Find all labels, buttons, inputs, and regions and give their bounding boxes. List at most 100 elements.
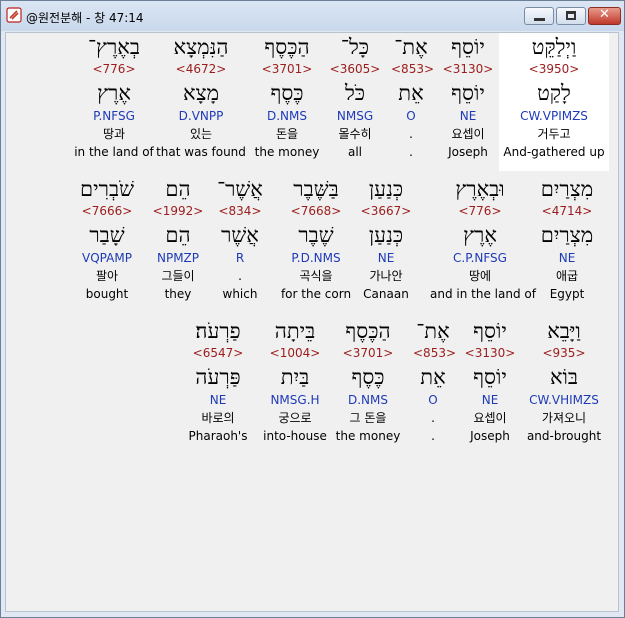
parsing-code: NE bbox=[558, 251, 576, 265]
word-cell[interactable]: מִצְרַיִם <4714> מִצְרַיִם NE 애굽 Egypt bbox=[529, 175, 605, 302]
root-word: כְּנַעַן bbox=[368, 223, 404, 247]
english-gloss: . bbox=[409, 145, 413, 159]
word-cell[interactable]: יוֹסֵף <3130> יוֹסֵף NE 요셉이 Joseph bbox=[433, 33, 503, 160]
strong-number: <776> bbox=[458, 204, 502, 218]
root-word: לָקַט bbox=[537, 81, 571, 105]
english-gloss: . bbox=[431, 429, 435, 443]
english-gloss: Joseph bbox=[470, 429, 510, 443]
english-gloss: they bbox=[164, 287, 192, 301]
root-word: שָׁבַר bbox=[89, 223, 125, 247]
strong-number: <3605> bbox=[329, 62, 381, 76]
parsing-code: P.D.NMS bbox=[291, 251, 341, 265]
strong-number: <3950> bbox=[528, 62, 580, 76]
hebrew-word: אֲשֶׁר־ bbox=[217, 177, 263, 201]
hebrew-word: אֶת־ bbox=[394, 35, 428, 59]
word-cell[interactable]: הַנִּמְצָא <4672> מָצָא D.VNPP 있는 that was fo… bbox=[151, 33, 251, 160]
root-word: בּוֹא bbox=[549, 365, 579, 389]
root-word: פַּרְעֹה bbox=[195, 365, 241, 389]
korean-gloss: 요셉이 bbox=[473, 411, 507, 425]
hebrew-word: יוֹסֵף bbox=[451, 35, 485, 59]
korean-gloss: 가져오니 bbox=[541, 411, 587, 425]
word-cell[interactable]: אֶת־ <853> אֵת O.. bbox=[391, 33, 435, 160]
parsing-code: O bbox=[406, 109, 416, 123]
root-word: אֵת bbox=[398, 81, 424, 105]
korean-gloss: . bbox=[238, 269, 242, 283]
word-cell[interactable]: וַיָּבֵא <935> בּוֹא CW.VHIMZS 가져오니 and-broug… bbox=[524, 317, 604, 444]
korean-gloss: 요셉이 bbox=[451, 127, 485, 141]
root-word: שֶׁבֶר bbox=[298, 223, 334, 247]
korean-gloss: 그들이 bbox=[161, 269, 195, 283]
hebrew-word: בֵּיתָה bbox=[274, 319, 316, 343]
parsing-code: NE bbox=[209, 393, 227, 407]
minimize-button[interactable] bbox=[524, 7, 554, 25]
word-cell[interactable]: פַרְעֹה׃ <6547> פַּרְעֹה NE 바로의 Pharaoh's bbox=[183, 317, 253, 444]
korean-gloss: 팔아 bbox=[95, 269, 119, 283]
parsing-code: NE bbox=[481, 393, 499, 407]
word-cell[interactable]: שֹׁבְרִים <7666> שָׁבַר VQPAMP 팔아 bought bbox=[72, 175, 142, 302]
maximize-icon bbox=[566, 11, 576, 20]
word-cell[interactable]: בֵּיתָה <1004> בַּיִת NMSG.H 궁으로 into-house bbox=[257, 317, 333, 444]
parsing-code: CW.VHIMZS bbox=[529, 393, 599, 407]
hebrew-word: וַיְלַקֵּט bbox=[531, 35, 577, 59]
english-gloss: Canaan bbox=[363, 287, 409, 301]
parsing-code: D.NMS bbox=[347, 393, 388, 407]
word-cell[interactable]: יוֹסֵף <3130> יוֹסֵף NE 요셉이 Joseph bbox=[460, 317, 520, 444]
word-cell[interactable]: וַיְלַקֵּט <3950> לָקַט CW.VPIMZS 거두고 And-gat… bbox=[499, 33, 609, 171]
word-cell[interactable]: כְּנַעַן <3667> כְּנַעַן NE 가나안 Canaan bbox=[356, 175, 416, 302]
english-gloss: Egypt bbox=[549, 287, 585, 301]
korean-gloss: 있는 bbox=[189, 127, 213, 141]
word-cell[interactable]: וּבְאֶרֶץ <776> אֶרֶץ C.P.NFSG 땅에 and in the … bbox=[430, 175, 536, 302]
english-gloss: bought bbox=[85, 287, 129, 301]
root-word: כֶּסֶף bbox=[270, 81, 304, 105]
korean-gloss: 몰수히 bbox=[338, 127, 372, 141]
word-cell[interactable]: בַּשֶּׁבֶר <7668> שֶׁבֶר P.D.NMS 곡식을 for the … bbox=[276, 175, 356, 302]
root-word: כֹּל bbox=[344, 81, 366, 105]
hebrew-word: הַנִּמְצָא bbox=[173, 35, 229, 59]
english-gloss: that was found bbox=[156, 145, 246, 159]
title-bar[interactable]: @원전분해 - 창 47:14 ✕ bbox=[1, 1, 624, 31]
root-word: מִצְרַיִם bbox=[540, 223, 594, 247]
strong-number: <853> bbox=[391, 62, 435, 76]
english-gloss: into-house bbox=[263, 429, 327, 443]
app-logo-icon bbox=[6, 7, 22, 23]
english-gloss: and in the land of bbox=[430, 287, 536, 301]
word-cell[interactable]: כָּל־ <3605> כֹּל NMSG 몰수히 all bbox=[325, 33, 385, 160]
hebrew-word: בַּשֶּׁבֶר bbox=[293, 177, 339, 201]
close-button[interactable]: ✕ bbox=[588, 7, 621, 25]
korean-gloss: 돈을 bbox=[275, 127, 299, 141]
korean-gloss: 바로의 bbox=[201, 411, 235, 425]
strong-number: <935> bbox=[542, 346, 586, 360]
strong-number: <3701> bbox=[261, 62, 313, 76]
root-word: אֶרֶץ bbox=[97, 81, 131, 105]
parsing-code: NPMZP bbox=[156, 251, 200, 265]
root-word: כֶּסֶף bbox=[351, 365, 385, 389]
word-cell[interactable]: הַכֶּסֶף <3701> כֶּסֶף D.NMS 돈을 the money bbox=[249, 33, 325, 160]
word-cell[interactable]: בְאֶרֶץ־ <776> אֶרֶץ P.NFSG 땅과 in the land of bbox=[64, 33, 164, 160]
maximize-button[interactable] bbox=[556, 7, 586, 25]
parsing-code: NE bbox=[459, 109, 477, 123]
english-gloss: which bbox=[222, 287, 258, 301]
strong-number: <7666> bbox=[81, 204, 133, 218]
korean-gloss: 땅에 bbox=[468, 269, 492, 283]
minimize-icon bbox=[534, 18, 545, 21]
word-cell[interactable]: אֶת־ <853> אֵת O.. bbox=[413, 317, 457, 444]
window-title: @원전분해 - 창 47:14 bbox=[26, 11, 144, 25]
hebrew-word: בְאֶרֶץ־ bbox=[87, 35, 141, 59]
word-cell[interactable]: הֵם <1992> הֵם NPMZP 그들이 they bbox=[150, 175, 206, 302]
strong-number: <3701> bbox=[342, 346, 394, 360]
parsing-code: NE bbox=[377, 251, 395, 265]
strong-number: <4714> bbox=[541, 204, 593, 218]
hebrew-word: כָּל־ bbox=[340, 35, 370, 59]
parsing-code: D.VNPP bbox=[178, 109, 224, 123]
hebrew-word: כְּנַעַן bbox=[368, 177, 404, 201]
root-word: אֶרֶץ bbox=[463, 223, 497, 247]
english-gloss: And-gathered up bbox=[503, 145, 605, 159]
root-word: יוֹסֵף bbox=[451, 81, 485, 105]
parsing-code: VQPAMP bbox=[82, 251, 132, 265]
word-cell[interactable]: הַכֶּסֶף <3701> כֶּסֶף D.NMS 그 돈을 the money bbox=[333, 317, 403, 444]
word-cell[interactable]: אֲשֶׁר־ <834> אֲשֶׁר R. which bbox=[212, 175, 268, 302]
strong-number: <853> bbox=[413, 346, 457, 360]
parsing-code: D.NMS bbox=[266, 109, 307, 123]
korean-gloss: 곡식을 bbox=[299, 269, 333, 283]
english-gloss: in the land of bbox=[74, 145, 154, 159]
